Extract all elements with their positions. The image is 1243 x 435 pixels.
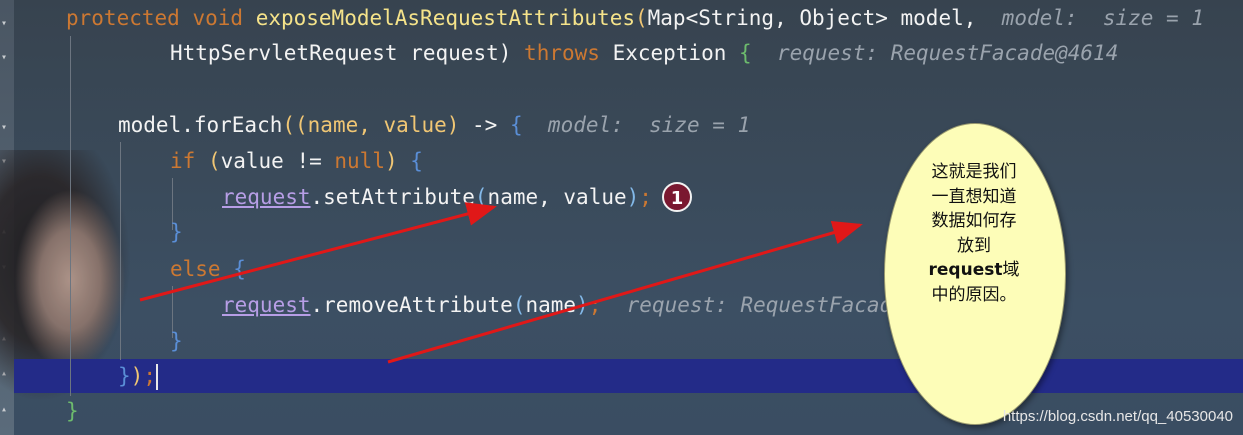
callout-text: 这就是我们 一直想知道 数据如何存 放到 request域 中的原因。 (905, 160, 1043, 307)
callout-suffix: 域 (1002, 260, 1020, 280)
callout-line: 一直想知道 (931, 186, 1017, 207)
step-number-badge: 1 (662, 182, 692, 212)
arrow-to-set-attribute (139, 202, 497, 302)
callout-line: 中的原因。 (931, 284, 1017, 305)
callout-bold-term: request (928, 260, 1003, 280)
callout-line: 放到 (957, 235, 991, 256)
arrow-to-callout (387, 221, 863, 364)
watermark-url: https://blog.csdn.net/qq_40530040 (1002, 408, 1233, 425)
callout-line: request域 (905, 258, 1043, 283)
callout-line: 这就是我们 (931, 162, 1017, 182)
callout-line: 数据如何存 (931, 211, 1017, 231)
